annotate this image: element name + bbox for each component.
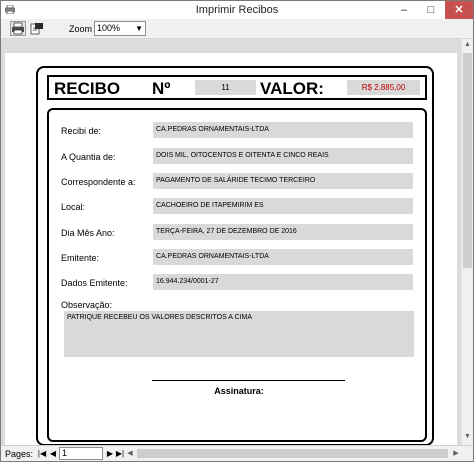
export-button[interactable] [29,21,45,36]
last-page-icon[interactable]: ▶| [115,448,125,459]
next-page-icon[interactable]: ▶ [105,448,115,459]
field-value-quantia: DOIS MIL, OITOCENTOS E OITENTA E CINCO R… [153,148,413,164]
close-button[interactable]: ✕ [445,1,473,19]
field-label-correspondente: Correspondente a: [61,177,136,187]
field-label-recibi-de: Recibi de: [61,126,102,136]
horizontal-scrollbar[interactable]: ◀ ▶ [125,448,461,459]
field-value-recibi-de: CA.PEDRAS ORNAMENTAIS-LTDA [153,122,413,138]
receipt-header: RECIBO Nº 11 VALOR: R$ 2.885,00 [47,75,427,100]
toolbar: Zoom 100% ▼ [1,19,473,39]
pages-label: Pages: [5,449,34,459]
scroll-up-icon[interactable]: ▲ [463,41,472,51]
receipt-number: 11 [195,80,256,95]
zoom-label: Zoom [69,24,93,34]
observation-field: PATRIQUE RECEBEU OS VALORES DESCRITOS A … [64,311,414,357]
field-label-emitente: Emitente: [61,253,100,263]
field-value-emitente: CA.PEDRAS ORNAMENTAIS-LTDA [153,249,413,265]
pager-bar: Pages: |◀ ◀ 1 ▶ ▶| ◀ ▶ [1,445,473,461]
scroll-down-icon[interactable]: ▼ [463,433,472,443]
first-page-icon[interactable]: |◀ [37,448,47,459]
vertical-scrollbar[interactable]: ▲ ▼ [461,39,473,445]
title-bar: Imprimir Recibos – □ ✕ [1,1,473,19]
print-receipts-window: Imprimir Recibos – □ ✕ Zoom 100% ▼ RECIB… [0,0,474,462]
field-value-dados-emitente: 16.944.234/0001-27 [153,274,413,290]
field-label-dados-emitente: Dados Emitente: [61,278,128,288]
print-button[interactable] [10,21,26,36]
zoom-select[interactable]: 100% ▼ [94,21,146,36]
field-label-quantia: A Quantia de: [61,152,116,162]
print-icon [11,22,25,37]
previous-page-icon[interactable]: ◀ [48,448,58,459]
receipt-value: R$ 2.885,00 [347,80,420,95]
scroll-left-icon[interactable]: ◀ [125,448,135,459]
receipt-number-label: Nº [152,79,171,98]
zoom-value: 100% [97,23,121,33]
field-label-date: Dia Mês Ano: [61,228,115,238]
field-label-local: Local: [61,202,86,212]
horizontal-scroll-thumb[interactable] [137,449,448,458]
vertical-scroll-thumb[interactable] [463,53,472,268]
export-icon [30,23,44,37]
signature-label: Assinatura: [214,386,264,396]
scroll-right-icon[interactable]: ▶ [451,448,461,459]
minimize-button[interactable]: – [391,1,417,19]
signature-line [152,380,345,381]
page-number-input[interactable]: 1 [59,447,103,460]
observation-label: Observação: [61,300,113,310]
chevron-down-icon: ▼ [135,24,143,33]
receipt: RECIBO Nº 11 VALOR: R$ 2.885,00 Recibi d… [36,66,434,446]
receipt-value-label: VALOR: [260,79,324,98]
receipt-body: Recibi de: CA.PEDRAS ORNAMENTAIS-LTDA A … [47,108,427,442]
receipt-title: RECIBO [54,79,121,98]
field-value-date: TERÇA-FEIRA, 27 DE DEZEMBRO DE 2016 [153,224,413,240]
field-value-local: CACHOEIRO DE ITAPEMIRIM ES [153,198,413,214]
field-value-correspondente: PAGAMENTO DE SALÁRIDE TECIMO TERCEIRO [153,173,413,189]
maximize-button[interactable]: □ [418,1,444,19]
